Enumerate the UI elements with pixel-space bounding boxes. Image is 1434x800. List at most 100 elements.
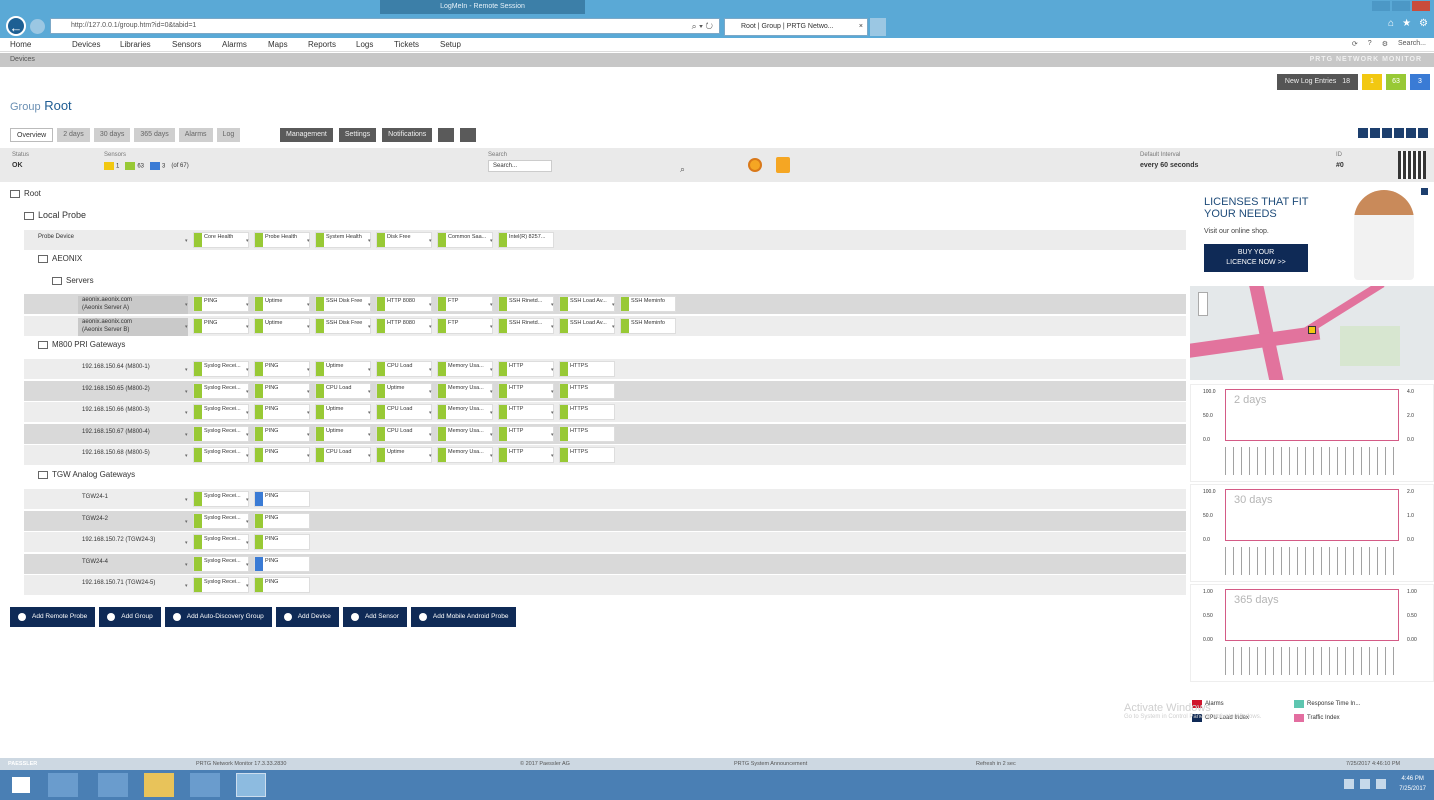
sensor-tile[interactable]: PING ▾ (246, 404, 310, 420)
back-arrow-icon[interactable]: ← (6, 16, 26, 36)
device-name[interactable]: 192.168.150.72 (TGW24-3) (78, 536, 188, 554)
sensor-tile[interactable]: SSH Load Av... ▾ (551, 318, 615, 334)
settings-button[interactable]: Settings (338, 128, 377, 142)
menu-logs[interactable]: Logs (356, 40, 373, 49)
sensor-tile[interactable]: PING ▾ (246, 425, 310, 442)
sensor-tile[interactable]: Uptime ▾ (307, 425, 371, 442)
sensor-menu-icon[interactable]: ▾ (307, 302, 310, 308)
sensor-menu-icon[interactable]: ▾ (185, 519, 188, 525)
sensor-menu-icon[interactable]: ▾ (307, 410, 310, 416)
sensor-menu-icon[interactable]: ▾ (429, 302, 432, 308)
map-zoom-control[interactable] (1198, 292, 1208, 316)
sensor-tile[interactable]: Uptime ▾ (368, 382, 432, 399)
sensor-tile[interactable]: Uptime ▾ (307, 404, 371, 420)
notifications-button[interactable]: Notifications (382, 128, 433, 142)
favorites-star-icon[interactable]: ★ (1402, 18, 1411, 29)
mini-chart[interactable]: 2 days 100.0 50.0 0.0 4.0 2.0 0.0 (1190, 384, 1434, 482)
sensor-tile[interactable]: PING ▾ (246, 534, 310, 550)
mini-chart[interactable]: 365 days 1.00 0.50 0.00 1.00 0.50 0.00 (1190, 584, 1434, 682)
sensor-tile[interactable]: PING ▾ (246, 512, 310, 529)
tree-group-aeonix[interactable]: AEONIX (38, 254, 82, 263)
sensor-tile[interactable]: PING ▾ (185, 296, 249, 312)
sensor-tile[interactable]: SSH Disk Free ▾ (307, 318, 371, 334)
count-paused[interactable]: 3 (150, 162, 165, 170)
sensor-tile[interactable]: SSH Rinetd... ▾ (490, 318, 554, 334)
sensor-tile[interactable]: Uptime ▾ (368, 447, 432, 463)
menu-alarms[interactable]: Alarms (222, 40, 247, 49)
tree-probe-device[interactable]: Probe Device (38, 234, 74, 240)
device-name[interactable]: 192.168.150.64 (M800-1) (78, 363, 188, 381)
footer-refresh[interactable]: Refresh in 2 sec (976, 761, 1016, 767)
breadcrumb[interactable]: Devices (10, 56, 35, 63)
sensor-menu-icon[interactable]: ▾ (490, 238, 493, 244)
sensor-menu-icon[interactable]: ▾ (368, 432, 371, 438)
sensor-tile[interactable]: Memory Usa... ▾ (429, 382, 493, 399)
volume-icon[interactable] (1360, 779, 1370, 789)
auto-discovery-gear-icon[interactable] (748, 158, 762, 172)
sensor-menu-icon[interactable]: ▾ (185, 389, 188, 395)
sensor-menu-icon[interactable]: ▾ (185, 302, 188, 308)
folder-app-icon[interactable] (144, 773, 174, 797)
settings-icon[interactable]: ⚙ (1382, 40, 1388, 48)
sensor-menu-icon[interactable]: ▾ (490, 302, 493, 308)
menu-maps[interactable]: Maps (268, 40, 288, 49)
sensor-menu-icon[interactable]: ▾ (368, 324, 371, 330)
search-refresh-icon[interactable]: ⌕ ▾ ↻ (692, 21, 713, 32)
network-icon[interactable] (1344, 779, 1354, 789)
sensor-tile[interactable]: PING ▾ (246, 555, 310, 572)
sensor-tile[interactable]: Syslog Recei... ▾ (185, 555, 249, 572)
sensor-tile[interactable]: System Health ▾ (307, 232, 371, 248)
sensor-menu-icon[interactable]: ▾ (551, 453, 554, 459)
tools-gear-icon[interactable]: ⚙ (1419, 18, 1428, 29)
sensor-tile[interactable]: Probe Health ▾ (246, 232, 310, 248)
sensor-menu-icon[interactable]: ▾ (185, 324, 188, 330)
sensor-tile[interactable]: PING ▾ (246, 577, 310, 593)
sensor-tile[interactable]: HTTPS ▾ (551, 447, 615, 463)
sensor-menu-icon[interactable]: ▾ (429, 389, 432, 395)
lock-icon[interactable] (776, 157, 790, 173)
sensor-tile[interactable]: PING ▾ (246, 361, 310, 377)
sensor-menu-icon[interactable]: ▾ (429, 453, 432, 459)
sensor-tile[interactable]: HTTP ▾ (490, 361, 554, 377)
sensor-tile[interactable]: Core Health ▾ (185, 232, 249, 248)
sensor-menu-icon[interactable]: ▾ (307, 324, 310, 330)
sensor-tile[interactable]: Syslog Recei... ▾ (185, 512, 249, 529)
add-auto-discovery-group-button[interactable]: Add Auto-Discovery Group (164, 607, 272, 627)
device-name[interactable]: aeonix.aeonix.com (Aeonix Server B) (78, 318, 188, 336)
sensor-tile[interactable]: FTP ▾ (429, 296, 493, 312)
sensor-tile[interactable]: HTTPS ▾ (551, 361, 615, 377)
maximize-button[interactable] (1392, 1, 1410, 11)
sensor-menu-icon[interactable]: ▾ (246, 389, 249, 395)
sensor-tile[interactable]: Syslog Recei... ▾ (185, 491, 249, 507)
sensor-tile[interactable]: CPU Load ▾ (307, 382, 371, 399)
footer-announcement[interactable]: PRTG System Announcement (734, 761, 807, 767)
sensor-tile[interactable]: Uptime ▾ (307, 361, 371, 377)
geo-map[interactable] (1190, 286, 1434, 380)
windows-start-icon[interactable] (12, 777, 30, 793)
add-sensor-button[interactable]: Add Sensor (342, 607, 407, 627)
menu-sensors[interactable]: Sensors (172, 40, 201, 49)
sensor-tile[interactable]: Common Saa... ▾ (429, 232, 493, 248)
buy-licence-button[interactable]: BUY YOUR LICENCE NOW >> (1204, 244, 1308, 272)
new-tab-button[interactable] (870, 18, 886, 36)
tab-overview[interactable]: Overview (10, 128, 54, 142)
sensor-menu-icon[interactable]: ▾ (246, 583, 249, 589)
sensor-tile[interactable]: PING ▾ (246, 382, 310, 399)
add-device-button[interactable]: Add Device (275, 607, 339, 627)
sensor-menu-icon[interactable]: ▾ (246, 453, 249, 459)
sensor-menu-icon[interactable]: ▾ (551, 367, 554, 373)
sensor-tile[interactable]: HTTP ▾ (490, 404, 554, 420)
sensor-tile[interactable]: CPU Load ▾ (368, 404, 432, 420)
menu-tickets[interactable]: Tickets (394, 40, 419, 49)
device-name[interactable]: 192.168.150.66 (M800-3) (78, 406, 188, 424)
view-full-icon[interactable] (1418, 128, 1428, 138)
sensor-tile[interactable]: Syslog Recei... ▾ (185, 577, 249, 593)
device-name[interactable]: TGW24-4 (78, 558, 188, 576)
view-tiles-icon[interactable] (1394, 128, 1404, 138)
sensor-menu-icon[interactable]: ▾ (246, 497, 249, 503)
sensor-menu-icon[interactable]: ▾ (307, 238, 310, 244)
menu-home[interactable]: Home (10, 40, 31, 49)
sensor-tile[interactable]: Memory Usa... ▾ (429, 425, 493, 442)
sensor-search-input[interactable]: Search... (488, 160, 552, 172)
sensor-tile[interactable]: CPU Load ▾ (368, 361, 432, 377)
